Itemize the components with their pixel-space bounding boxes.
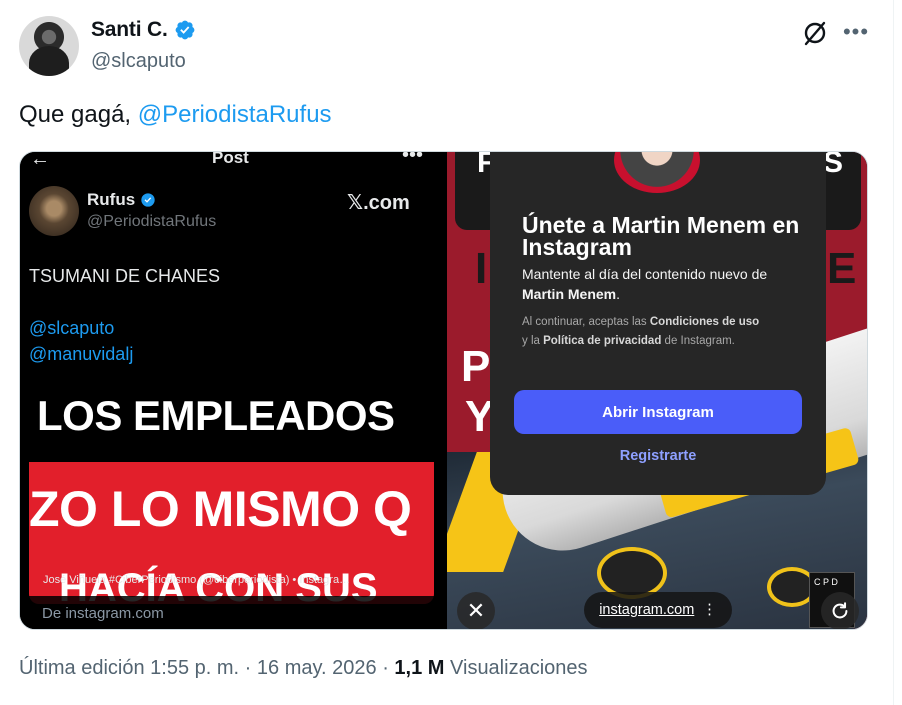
modal-subtitle: Mantente al día del contenido nuevo de M… bbox=[522, 266, 768, 302]
quoted-embed-image: LOS EMPLEADOS ZO LO MISMO Q HACÍA CON SU… bbox=[29, 390, 434, 604]
back-arrow-icon: ← bbox=[30, 152, 50, 170]
meta-separator: · bbox=[382, 657, 389, 679]
views-count[interactable]: 1,1 M bbox=[394, 657, 444, 679]
quoted-mention-2: @manuvidalj bbox=[29, 344, 134, 364]
column-divider bbox=[893, 0, 894, 705]
quoted-name: Rufus bbox=[87, 190, 136, 209]
modal-subtitle-text: Mantente al día del contenido nuevo de bbox=[522, 266, 768, 282]
embed-caption: José Viñuela #CiberPeriodismo (@ciberper… bbox=[43, 574, 351, 586]
register-link: Registrarte bbox=[619, 448, 697, 464]
tweet-mention-link[interactable]: @PeriodistaRufus bbox=[138, 101, 332, 128]
profile-avatar bbox=[611, 152, 703, 196]
modal-legal: Al continuar, aceptas las Condiciones de… bbox=[522, 313, 812, 351]
quoted-mention-1: @slcaputo bbox=[29, 318, 115, 338]
url-menu-icon: ⋮ bbox=[702, 602, 717, 618]
privacy-link: Política de privacidad bbox=[543, 335, 662, 347]
author-display-name[interactable]: Santi C. bbox=[91, 18, 168, 42]
quoted-handle: @PeriodistaRufus bbox=[87, 213, 217, 230]
media-image-right[interactable]: F S I E P S Y S Únete a Martin Menem en … bbox=[447, 152, 867, 629]
background-letter: P bbox=[461, 342, 491, 391]
tweet-text: Que gagá, @PeriodistaRufus bbox=[19, 101, 332, 129]
views-label[interactable]: Visualizaciones bbox=[450, 657, 588, 679]
close-icon: ✕ bbox=[457, 592, 495, 629]
quoted-avatar bbox=[29, 186, 79, 236]
screenshot-more-icon: ••• bbox=[402, 152, 424, 166]
embed-headline-2: ZO LO MISMO Q bbox=[29, 481, 412, 537]
url-text: instagram.com bbox=[599, 602, 695, 618]
screenshot-topbar: ← Post ••• bbox=[20, 152, 443, 170]
embed-source-bar: De instagram.com bbox=[20, 596, 443, 629]
quoted-verified-icon bbox=[141, 193, 155, 207]
refresh-icon bbox=[821, 592, 859, 629]
author-handle[interactable]: @slcaputo bbox=[91, 50, 186, 73]
background-letter: E bbox=[827, 244, 857, 293]
tweet-media-grid: ← Post ••• Rufus @PeriodistaRufus 𝕏.com … bbox=[19, 151, 868, 630]
tweet-text-body: Que gagá, bbox=[19, 101, 132, 128]
quoted-name-row: Rufus bbox=[87, 190, 156, 210]
embed-source-label: De instagram.com bbox=[42, 605, 164, 622]
media-image-left[interactable]: ← Post ••• Rufus @PeriodistaRufus 𝕏.com … bbox=[20, 152, 443, 629]
author-avatar[interactable] bbox=[19, 16, 79, 76]
background-letter: S bbox=[823, 152, 844, 179]
site-label: 𝕏.com bbox=[347, 192, 410, 214]
terms-link: Condiciones de uso bbox=[649, 316, 760, 328]
verified-badge-icon[interactable] bbox=[174, 19, 196, 41]
meta-separator: · bbox=[244, 657, 252, 679]
edited-label[interactable]: Última edición 1:55 p. m. bbox=[19, 657, 239, 679]
quoted-body-line: TSUMANI DE CHANES bbox=[29, 266, 221, 286]
legal-text-2: y la bbox=[522, 335, 540, 347]
author-name-row: Santi C. bbox=[91, 18, 196, 42]
tweet-meta: Última edición 1:55 p. m. · 16 may. 2026… bbox=[19, 657, 588, 680]
modal-subtitle-name: Martin Menem bbox=[522, 286, 617, 302]
open-instagram-button: Abrir Instagram bbox=[514, 390, 802, 434]
screenshot-post-title: Post bbox=[212, 152, 249, 167]
modal-title: Únete a Martin Menem en Instagram bbox=[522, 212, 800, 260]
tweet-date[interactable]: 16 may. 2026 bbox=[257, 657, 377, 679]
legal-text-1: Al continuar, aceptas las bbox=[522, 316, 647, 328]
grok-icon[interactable] bbox=[800, 18, 830, 48]
more-icon[interactable]: ••• bbox=[842, 18, 870, 46]
instagram-signup-modal: Únete a Martin Menem en Instagram Manten… bbox=[490, 152, 826, 495]
legal-text-3: de Instagram. bbox=[664, 335, 735, 347]
background-letter: I bbox=[475, 244, 488, 293]
embed-headline-1: LOS EMPLEADOS bbox=[37, 392, 395, 439]
url-pill: instagram.com ⋮ bbox=[584, 592, 732, 628]
